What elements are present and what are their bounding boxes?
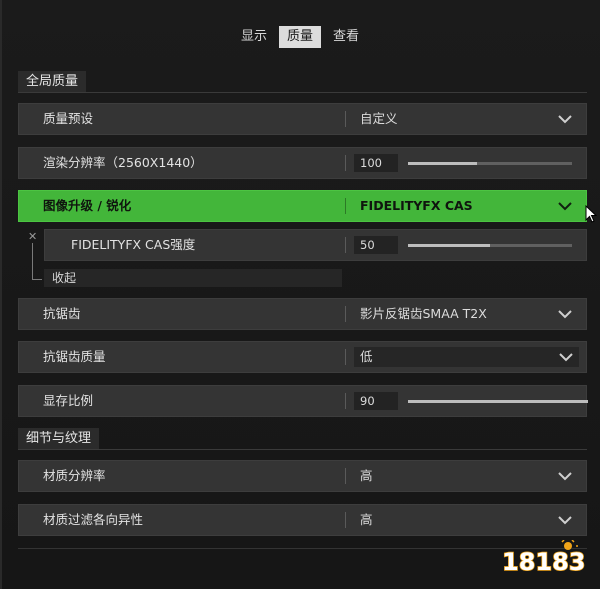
value-input[interactable]: 90: [354, 392, 398, 410]
tab-quality[interactable]: 质量: [279, 26, 322, 48]
chevron-down-icon[interactable]: [559, 351, 573, 363]
column-divider: [345, 349, 346, 365]
setting-row-vram-scale: 显存比例 90: [18, 385, 588, 417]
setting-label: 图像升级 / 锐化: [43, 198, 132, 213]
column-divider: [345, 393, 346, 409]
chevron-down-icon[interactable]: [558, 514, 572, 526]
setting-row-render-resolution: 渲染分辨率（2560X1440） 100: [18, 147, 587, 179]
chevron-down-icon[interactable]: [558, 200, 572, 212]
slider-track[interactable]: [408, 162, 572, 165]
setting-label: 质量预设: [43, 111, 94, 126]
section-title: 全局质量: [18, 71, 87, 92]
setting-value: FIDELITYFX CAS: [360, 198, 473, 213]
tab-display[interactable]: 显示: [233, 26, 275, 48]
aa-quality-select[interactable]: 低: [354, 347, 579, 367]
column-divider: [345, 468, 346, 484]
setting-label: 材质分辨率: [43, 468, 106, 483]
slider-track[interactable]: [408, 244, 572, 247]
tree-line: [32, 243, 33, 279]
divider: [18, 92, 587, 93]
setting-row-aa-quality: 抗锯齿质量 低: [18, 341, 587, 373]
setting-value: 高: [360, 512, 373, 527]
setting-value: 自定义: [360, 111, 398, 126]
setting-row-texture-filter[interactable]: 材质过滤各向异性 高: [18, 504, 587, 536]
chevron-down-icon[interactable]: [558, 470, 572, 482]
mouse-cursor-icon: [585, 205, 597, 223]
setting-row-anti-aliasing[interactable]: 抗锯齿 影片反锯齿SMAA T2X: [18, 298, 587, 330]
slider-fill: [408, 244, 490, 247]
setting-row-quality-preset[interactable]: 质量预设 自定义: [18, 103, 587, 135]
slider-track[interactable]: [408, 400, 588, 403]
value-input[interactable]: 50: [354, 236, 398, 254]
settings-tabs: 显示 质量 查看: [233, 26, 367, 48]
setting-label: 抗锯齿质量: [43, 349, 106, 364]
watermark-text: 18183: [502, 548, 586, 576]
column-divider: [345, 512, 346, 528]
column-divider: [345, 198, 346, 214]
tab-view[interactable]: 查看: [325, 26, 367, 48]
setting-label: 渲染分辨率（2560X1440）: [43, 155, 203, 170]
section-header-global-quality: 全局质量: [18, 71, 587, 93]
value-input[interactable]: 100: [354, 154, 398, 172]
watermark-logo: 18183: [501, 540, 586, 576]
setting-value: 高: [360, 468, 373, 483]
section-title: 细节与纹理: [18, 428, 100, 449]
column-divider: [345, 306, 346, 322]
setting-value: 低: [360, 349, 373, 364]
chevron-down-icon[interactable]: [558, 113, 572, 125]
settings-window: 显示 质量 查看 全局质量 质量预设 自定义 渲染分辨率（2560X1440） …: [0, 0, 600, 589]
setting-row-upscaling[interactable]: 图像升级 / 锐化 FIDELITYFX CAS: [18, 190, 587, 222]
setting-label: 显存比例: [43, 393, 94, 408]
section-header-detail-textures: 细节与纹理: [18, 428, 587, 450]
collapse-button[interactable]: 收起: [44, 269, 342, 287]
column-divider: [345, 237, 346, 253]
column-divider: [345, 111, 346, 127]
setting-label: 材质过滤各向异性: [43, 512, 144, 527]
setting-label: FIDELITYFX CAS强度: [71, 237, 196, 252]
tree-line: [32, 279, 42, 280]
setting-value: 影片反锯齿SMAA T2X: [360, 306, 487, 321]
chevron-down-icon[interactable]: [558, 308, 572, 320]
slider-fill: [408, 400, 588, 403]
setting-row-texture-resolution[interactable]: 材质分辨率 高: [18, 460, 587, 492]
slider-fill: [408, 162, 477, 165]
close-icon[interactable]: ✕: [28, 230, 37, 243]
column-divider: [345, 155, 346, 171]
setting-row-cas-strength: FIDELITYFX CAS强度 50: [44, 229, 587, 261]
setting-label: 抗锯齿: [43, 306, 81, 321]
divider: [18, 449, 587, 450]
